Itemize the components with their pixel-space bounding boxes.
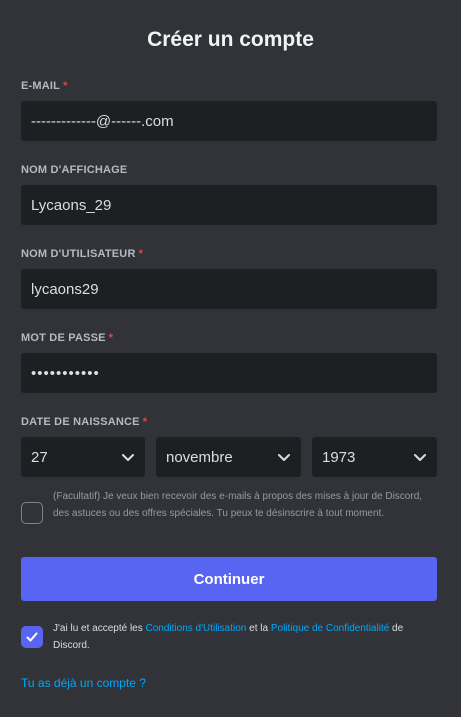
tos-link[interactable]: Conditions d'Utilisation <box>146 623 247 634</box>
password-label-text: MOT DE PASSE <box>21 332 106 344</box>
chevron-down-icon <box>414 454 426 461</box>
terms-prefix: J'ai lu et accepté les <box>53 623 146 634</box>
year-value: 1973 <box>322 448 356 466</box>
required-mark: * <box>108 332 114 344</box>
email-label-text: E-MAIL <box>21 80 61 92</box>
privacy-link[interactable]: Politique de Confidentialité <box>271 623 389 634</box>
continue-button[interactable]: Continuer <box>21 557 437 601</box>
terms-middle: et la <box>246 623 271 634</box>
required-mark: * <box>142 416 148 428</box>
email-label: E-MAIL * <box>21 80 68 92</box>
birthdate-label-text: DATE DE NAISSANCE <box>21 416 140 428</box>
register-card: Créer un compte E-MAIL * -------------@--… <box>0 0 461 717</box>
optin-checkbox[interactable] <box>21 502 43 524</box>
display-name-value: Lycaons_29 <box>31 196 112 214</box>
email-field[interactable]: -------------@------.com <box>21 101 437 141</box>
checkmark-icon <box>26 632 38 642</box>
password-label: MOT DE PASSE * <box>21 332 113 344</box>
required-mark: * <box>138 248 144 260</box>
username-value: lycaons29 <box>31 280 99 298</box>
chevron-down-icon <box>278 454 290 461</box>
password-value: ••••••••••• <box>31 364 100 382</box>
display-name-label: NOM D'AFFICHAGE <box>21 164 128 176</box>
username-field[interactable]: lycaons29 <box>21 269 437 309</box>
display-name-field[interactable]: Lycaons_29 <box>21 185 437 225</box>
day-select[interactable]: 27 <box>21 437 145 477</box>
required-mark: * <box>63 80 68 92</box>
page-title: Créer un compte <box>147 28 314 51</box>
username-label: NOM D'UTILISATEUR * <box>21 248 143 260</box>
email-value: -------------@------.com <box>31 112 174 130</box>
optin-text: (Facultatif) Je veux bien recevoir des e… <box>53 491 423 519</box>
login-link[interactable]: Tu as déjà un compte ? <box>21 676 146 690</box>
username-label-text: NOM D'UTILISATEUR <box>21 248 136 260</box>
month-value: novembre <box>166 448 233 466</box>
password-field[interactable]: ••••••••••• <box>21 353 437 393</box>
birthdate-label: DATE DE NAISSANCE * <box>21 416 147 428</box>
month-select[interactable]: novembre <box>156 437 301 477</box>
year-select[interactable]: 1973 <box>312 437 437 477</box>
chevron-down-icon <box>122 454 134 461</box>
terms-text: J'ai lu et accepté les Conditions d'Util… <box>53 620 433 654</box>
terms-checkbox[interactable] <box>21 626 43 648</box>
day-value: 27 <box>31 448 48 466</box>
